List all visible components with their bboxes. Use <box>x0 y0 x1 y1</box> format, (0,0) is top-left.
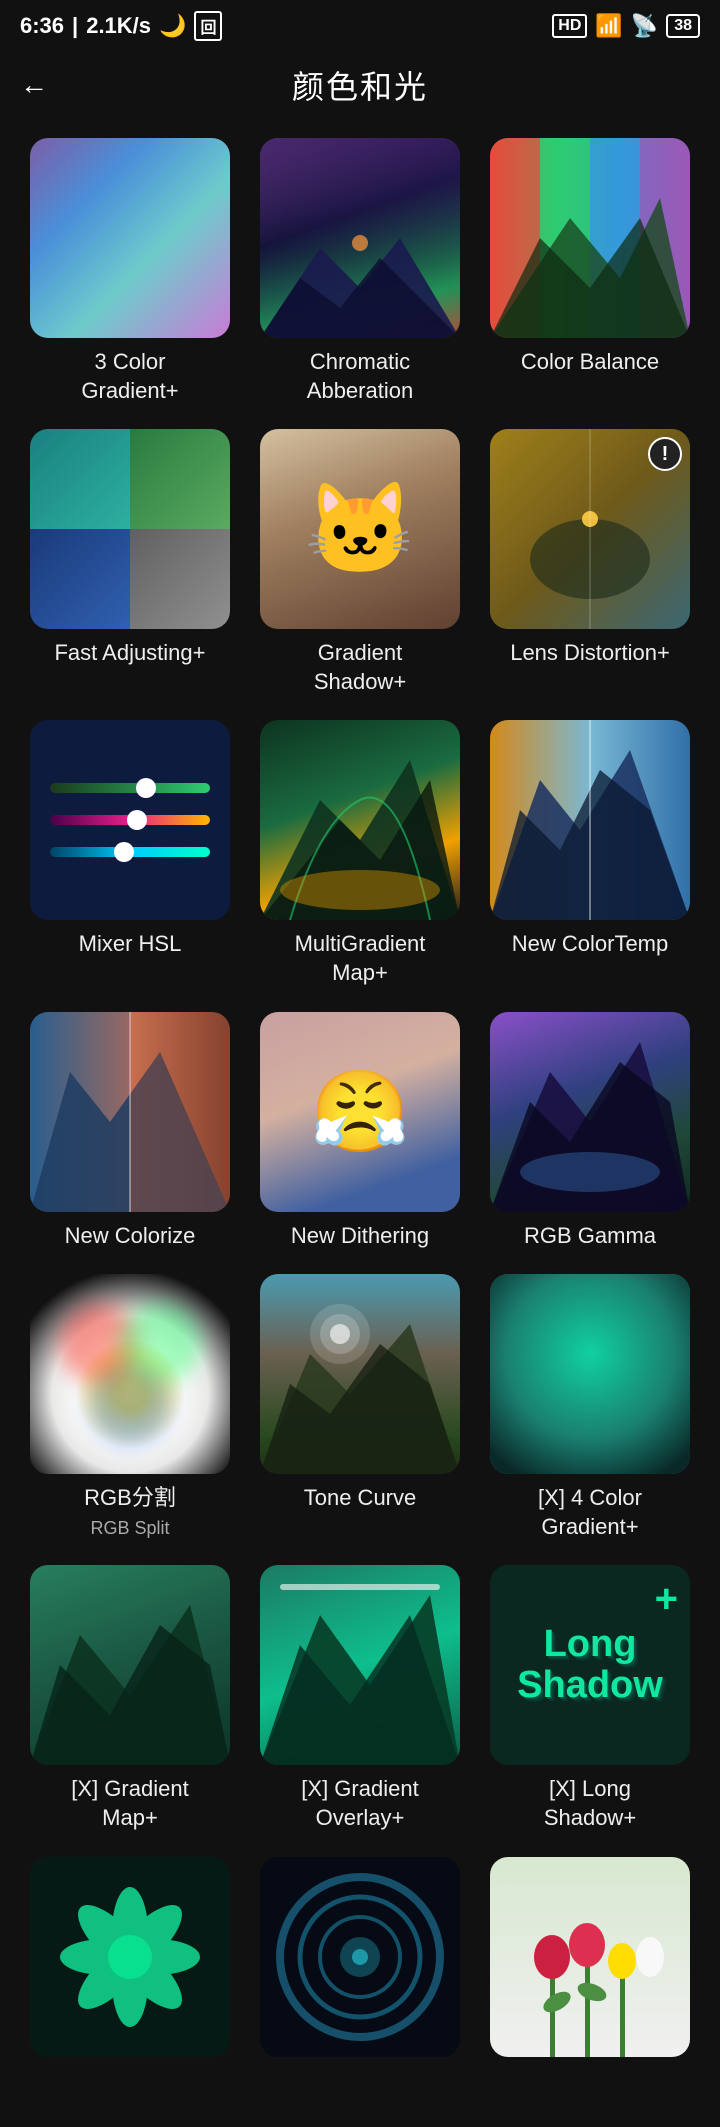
status-right: HD 📶 📡 38 <box>552 13 700 39</box>
item-rgb-split[interactable]: RGB分割RGB Split <box>24 1274 236 1541</box>
item-multigradient-map[interactable]: MultiGradientMap+ <box>254 720 466 987</box>
home-indicator <box>280 1584 440 1590</box>
thumb-chromatic-abberation <box>260 138 460 338</box>
item-15[interactable] <box>254 1857 466 2067</box>
rgb-overlay <box>30 1274 230 1474</box>
item-14[interactable] <box>24 1857 236 2067</box>
thumb-color-balance <box>490 138 690 338</box>
thumb-gradient-overlay <box>260 1565 460 1765</box>
item-mixer-hsl[interactable]: Mixer HSL <box>24 720 236 987</box>
battery-icon: 38 <box>666 14 700 38</box>
status-bar: 6:36 | 2.1K/s 🌙 回 HD 📶 📡 38 <box>0 0 720 52</box>
label-fast-adjusting: Fast Adjusting+ <box>54 639 205 668</box>
item-chromatic-abberation[interactable]: ChromaticAbberation <box>254 138 466 405</box>
label-gradient-overlay: [X] GradientOverlay+ <box>301 1775 418 1832</box>
item-new-dithering[interactable]: 😤 New Dithering <box>254 1012 466 1251</box>
page-title: 颜色和光 <box>292 62 428 108</box>
hsl-bar-3 <box>50 847 210 857</box>
thumb-rgb-split <box>30 1274 230 1474</box>
thumb-new-colortemp <box>490 720 690 920</box>
item-gradient-shadow[interactable]: 🐱 GradientShadow+ <box>254 429 466 696</box>
item-gradient-map[interactable]: [X] GradientMap+ <box>24 1565 236 1832</box>
item-3color-gradient[interactable]: 3 ColorGradient+ <box>24 138 236 405</box>
hsl-bar-1 <box>50 783 210 793</box>
thumb-4color-gradient <box>490 1274 690 1474</box>
wifi-icon: 📡 <box>631 13 658 39</box>
item-rgb-gamma[interactable]: RGB Gamma <box>484 1012 696 1251</box>
hsl-knob-2 <box>127 810 147 830</box>
thumb-gradient-map <box>30 1565 230 1765</box>
label-long-shadow: [X] LongShadow+ <box>544 1775 636 1832</box>
network-speed: | <box>72 13 78 39</box>
longshadow-text-display: LongShadow <box>517 1624 663 1708</box>
thumb-new-colorize <box>30 1012 230 1212</box>
hsl-knob-3 <box>114 842 134 862</box>
label-gradient-map: [X] GradientMap+ <box>71 1775 188 1832</box>
label-multigradient-map: MultiGradientMap+ <box>295 930 426 987</box>
thumb-long-shadow: LongShadow + <box>490 1565 690 1765</box>
label-mixer-hsl: Mixer HSL <box>79 930 182 959</box>
label-gradient-shadow: GradientShadow+ <box>314 639 406 696</box>
thumb-16 <box>490 1857 690 2057</box>
item-gradient-overlay[interactable]: [X] GradientOverlay+ <box>254 1565 466 1832</box>
item-color-balance[interactable]: Color Balance <box>484 138 696 405</box>
moon-icon: 🌙 <box>159 13 186 39</box>
signal-icon: 📶 <box>595 13 622 39</box>
time: 6:36 <box>20 13 64 39</box>
item-lens-distortion[interactable]: ! Lens Distortion+ <box>484 429 696 696</box>
thumb-multigradient-map <box>260 720 460 920</box>
network-speed-value: 2.1K/s <box>86 13 151 39</box>
item-4color-gradient[interactable]: [X] 4 ColorGradient+ <box>484 1274 696 1541</box>
item-new-colortemp[interactable]: New ColorTemp <box>484 720 696 987</box>
label-new-colortemp: New ColorTemp <box>512 930 669 959</box>
item-long-shadow[interactable]: LongShadow + [X] LongShadow+ <box>484 1565 696 1832</box>
filter-grid: 3 ColorGradient+ ChromaticAbberation Col… <box>0 128 720 2127</box>
label-new-colorize: New Colorize <box>65 1222 196 1251</box>
hsl-knob-1 <box>136 778 156 798</box>
label-rgb-gamma: RGB Gamma <box>524 1222 656 1251</box>
thumb-14 <box>30 1857 230 2057</box>
anime-emoji: 😤 <box>310 1065 410 1159</box>
thumb-gradient-shadow: 🐱 <box>260 429 460 629</box>
thumb-new-dithering: 😤 <box>260 1012 460 1212</box>
label-4color-gradient: [X] 4 ColorGradient+ <box>538 1484 642 1541</box>
sim-icon: 回 <box>194 11 222 41</box>
cat-emoji: 🐱 <box>304 477 416 582</box>
label-color-balance: Color Balance <box>521 348 659 377</box>
status-left: 6:36 | 2.1K/s 🌙 回 <box>20 11 222 41</box>
item-fast-adjusting[interactable]: Fast Adjusting+ <box>24 429 236 696</box>
thumb-15 <box>260 1857 460 2057</box>
hd-badge: HD <box>552 14 587 38</box>
warning-badge: ! <box>648 437 682 471</box>
label-rgb-split: RGB分割RGB Split <box>84 1484 176 1541</box>
hsl-bar-2 <box>50 815 210 825</box>
thumb-mixer-hsl <box>30 720 230 920</box>
label-3color-gradient: 3 ColorGradient+ <box>81 348 178 405</box>
thumb-tone-curve <box>260 1274 460 1474</box>
thumb-3color-gradient <box>30 138 230 338</box>
thumb-lens-distortion: ! <box>490 429 690 629</box>
item-new-colorize[interactable]: New Colorize <box>24 1012 236 1251</box>
thumb-rgb-gamma <box>490 1012 690 1212</box>
label-chromatic-abberation: ChromaticAbberation <box>307 348 413 405</box>
label-rgb-split-en: RGB Split <box>90 1518 169 1538</box>
back-button[interactable]: ← <box>20 69 48 101</box>
thumb-fast-adjusting <box>30 429 230 629</box>
item-16[interactable] <box>484 1857 696 2067</box>
label-lens-distortion: Lens Distortion+ <box>510 639 670 668</box>
header: ← 颜色和光 <box>0 52 720 128</box>
label-new-dithering: New Dithering <box>291 1222 429 1251</box>
item-tone-curve[interactable]: Tone Curve <box>254 1274 466 1541</box>
label-tone-curve: Tone Curve <box>304 1484 417 1513</box>
